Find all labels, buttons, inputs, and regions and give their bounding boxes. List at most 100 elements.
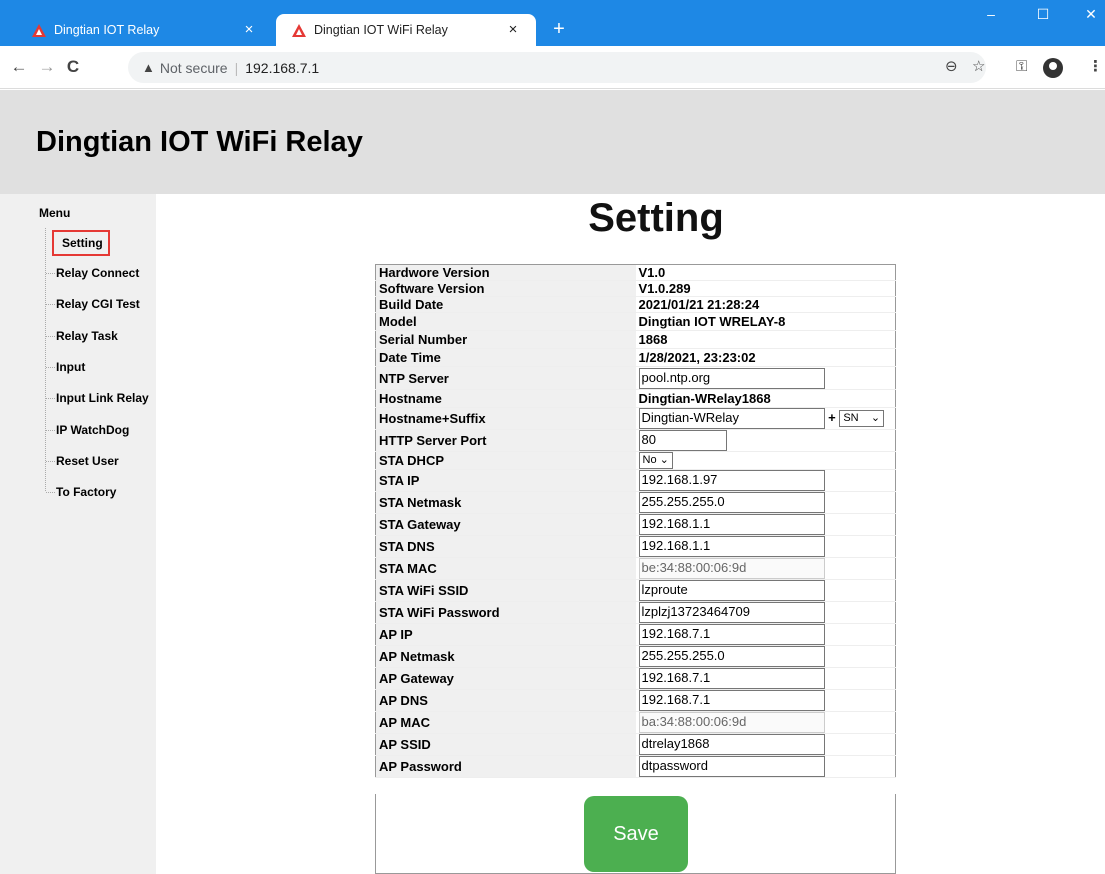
- save-button[interactable]: Save: [584, 796, 688, 872]
- field-label: NTP Server: [375, 366, 636, 390]
- field-label: AP Password: [375, 755, 636, 778]
- table-row: STA IP 192.168.1.97: [375, 469, 896, 492]
- minimize-icon[interactable]: –: [980, 6, 1002, 22]
- ap-ssid-input[interactable]: dtrelay1868: [638, 734, 825, 756]
- plus-sign: +: [828, 409, 836, 425]
- zoom-icon[interactable]: ⊖: [945, 56, 958, 78]
- hostname-suffix-input[interactable]: Dingtian-WRelay: [638, 408, 825, 429]
- reload-icon[interactable]: C: [62, 56, 84, 78]
- model-value: Dingtian IOT WRELAY-8: [638, 314, 786, 329]
- build-date-value: 2021/01/21 21:28:24: [638, 297, 760, 312]
- field-label: Build Date: [375, 296, 636, 313]
- ap-ip-input[interactable]: 192.168.7.1: [638, 624, 825, 646]
- hardware-version-value: V1.0: [638, 265, 666, 280]
- ap-password-input[interactable]: dtpassword: [638, 756, 825, 778]
- field-label: STA Gateway: [375, 513, 636, 536]
- table-row: Software Version V1.0.289: [375, 280, 896, 297]
- more-icon[interactable]: ⋮: [1088, 56, 1103, 78]
- field-label: STA DHCP: [375, 451, 636, 470]
- close-icon[interactable]: ×: [504, 21, 522, 39]
- window-close-icon[interactable]: ✕: [1080, 6, 1102, 23]
- field-label: STA Netmask: [375, 491, 636, 514]
- new-tab-icon[interactable]: +: [548, 18, 570, 40]
- ntp-server-input[interactable]: pool.ntp.org: [638, 367, 825, 389]
- table-row: NTP Server pool.ntp.org: [375, 366, 896, 390]
- back-icon[interactable]: ←: [8, 56, 30, 78]
- profile-icon[interactable]: [1043, 58, 1063, 78]
- forward-icon[interactable]: →: [36, 56, 58, 78]
- field-label: Model: [375, 312, 636, 331]
- table-row: STA Gateway 192.168.1.1: [375, 513, 896, 536]
- field-label: AP Netmask: [375, 645, 636, 668]
- chevron-down-icon: ⌄: [659, 454, 669, 467]
- tab-dingtian-iot-relay[interactable]: Dingtian IOT Relay ×: [16, 14, 272, 46]
- table-row: AP SSID dtrelay1868: [375, 733, 896, 756]
- table-row: AP Netmask 255.255.255.0: [375, 645, 896, 668]
- sidebar-item-setting[interactable]: Setting: [52, 230, 110, 256]
- tab-title: Dingtian IOT WiFi Relay: [314, 23, 448, 37]
- table-row: STA WiFi Password lzplzj13723464709: [375, 601, 896, 624]
- warning-icon: ▲: [142, 60, 155, 75]
- sidebar-item-ip-watchdog[interactable]: IP WatchDog: [46, 423, 129, 437]
- ap-dns-input[interactable]: 192.168.7.1: [638, 690, 825, 712]
- sta-dhcp-select[interactable]: No ⌄: [638, 452, 673, 470]
- address-separator: |: [234, 59, 239, 76]
- table-row: STA DHCP No ⌄: [375, 451, 896, 470]
- field-label: Date Time: [375, 348, 636, 367]
- url-text: 192.168.7.1: [245, 59, 320, 76]
- table-row: AP MAC ba:34:88:00:06:9d: [375, 711, 896, 734]
- chevron-down-icon: ⌄: [870, 412, 881, 424]
- sta-ssid-input[interactable]: lzproute: [638, 580, 825, 602]
- field-label: STA WiFi Password: [375, 601, 636, 624]
- sidebar-item-relay-task[interactable]: Relay Task: [46, 329, 118, 343]
- table-row: STA Netmask 255.255.255.0: [375, 491, 896, 514]
- field-label: STA MAC: [375, 557, 636, 580]
- suffix-select[interactable]: SN ⌄: [839, 410, 885, 427]
- ap-mac-input: ba:34:88:00:06:9d: [638, 712, 825, 734]
- table-row: STA MAC be:34:88:00:06:9d: [375, 557, 896, 580]
- sta-gateway-input[interactable]: 192.168.1.1: [638, 514, 825, 536]
- date-time-value: 1/28/2021, 23:23:02: [638, 350, 756, 365]
- sidebar-item-relay-connect[interactable]: Relay Connect: [46, 266, 139, 280]
- sidebar-item-reset-user[interactable]: Reset User: [46, 454, 119, 468]
- sidebar-item-relay-cgi-test[interactable]: Relay CGI Test: [46, 297, 140, 311]
- table-row: HTTP Server Port 80: [375, 429, 896, 452]
- table-row: Build Date 2021/01/21 21:28:24: [375, 296, 896, 313]
- field-label: AP SSID: [375, 733, 636, 756]
- table-row: Hostname Dingtian-WRelay1868: [375, 389, 896, 408]
- ap-gateway-input[interactable]: 192.168.7.1: [638, 668, 825, 690]
- field-label: Serial Number: [375, 330, 636, 349]
- sta-ip-input[interactable]: 192.168.1.97: [638, 470, 825, 492]
- sidebar-menu: Menu Setting Relay Connect Relay CGI Tes…: [0, 194, 156, 874]
- tab-title: Dingtian IOT Relay: [54, 23, 160, 37]
- http-port-input[interactable]: 80: [638, 430, 727, 451]
- table-row: Serial Number 1868: [375, 330, 896, 349]
- field-label: HTTP Server Port: [375, 429, 636, 452]
- sta-dns-input[interactable]: 192.168.1.1: [638, 536, 825, 558]
- sidebar-item-input[interactable]: Input: [46, 360, 85, 374]
- tab-dingtian-iot-wifi-relay[interactable]: Dingtian IOT WiFi Relay ×: [276, 14, 536, 46]
- field-label: Hostname+Suffix: [375, 407, 636, 430]
- sta-dhcp-select-value: No: [642, 454, 657, 467]
- field-label: AP Gateway: [375, 667, 636, 690]
- menu-title: Menu: [39, 206, 71, 220]
- sta-password-input[interactable]: lzplzj13723464709: [638, 602, 825, 624]
- field-label: Software Version: [375, 280, 636, 297]
- key-icon[interactable]: ⚿: [1016, 56, 1027, 78]
- maximize-icon[interactable]: ☐: [1032, 6, 1054, 23]
- software-version-value: V1.0.289: [638, 281, 691, 296]
- close-icon[interactable]: ×: [240, 21, 258, 39]
- page-header: Dingtian IOT WiFi Relay: [0, 90, 1105, 194]
- serial-number-value: 1868: [638, 332, 668, 347]
- sta-netmask-input[interactable]: 255.255.255.0: [638, 492, 825, 514]
- browser-toolbar: ← → C ▲ Not secure | 192.168.7.1 ⊖ ☆ ⚿ ⋮: [0, 46, 1105, 89]
- sidebar-item-to-factory[interactable]: To Factory: [46, 485, 116, 499]
- table-row: AP IP 192.168.7.1: [375, 623, 896, 646]
- table-row: AP Gateway 192.168.7.1: [375, 667, 896, 690]
- address-bar[interactable]: ▲ Not secure | 192.168.7.1: [128, 52, 986, 83]
- star-icon[interactable]: ☆: [972, 56, 985, 78]
- sidebar-item-input-link-relay[interactable]: Input Link Relay: [46, 391, 149, 405]
- field-label: AP IP: [375, 623, 636, 646]
- ap-netmask-input[interactable]: 255.255.255.0: [638, 646, 825, 668]
- field-label: STA DNS: [375, 535, 636, 558]
